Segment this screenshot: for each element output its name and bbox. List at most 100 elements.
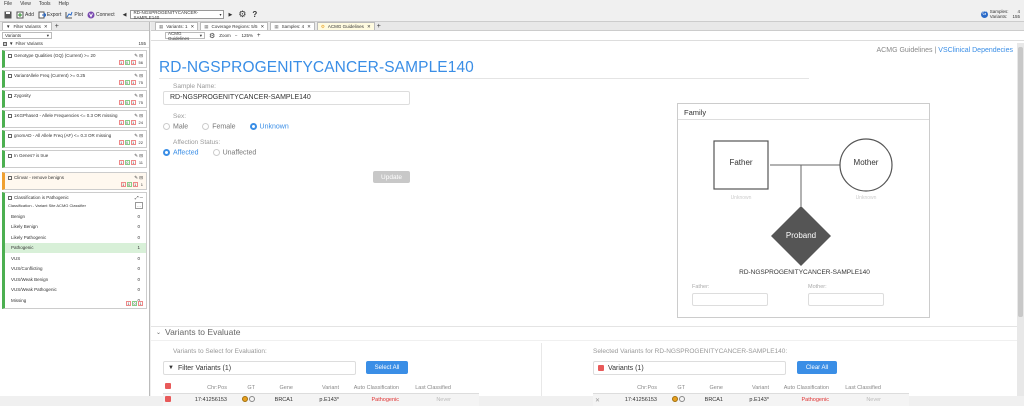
affection-option-unaffected[interactable]: Unaffected [212,149,256,156]
add-tab-icon[interactable]: + [55,23,59,30]
classification-card[interactable]: Classification is Pathogenic ⤢ ─ Classif… [2,192,147,309]
classification-row[interactable]: Likely Pathogenic 0 [5,232,146,243]
filter-card-checkbox[interactable] [8,153,12,158]
edit-icon[interactable]: ✎ ⊟ [134,73,143,79]
classification-row[interactable]: VUS/Conflicting 0 [5,264,146,275]
left-source-select[interactable]: ▼ Filter Variants (1) [163,361,356,375]
edit-icon[interactable]: ✎ ⊟ [134,133,143,139]
col-auto-classification[interactable]: Auto Classification [769,385,829,391]
col-gene[interactable]: Gene [685,385,723,391]
col-last-classified[interactable]: Last Classified [399,385,451,391]
filter-card-checkbox[interactable] [8,133,12,138]
close-icon[interactable]: ✕ [261,24,265,30]
edit-icon[interactable]: ✎ ⊟ [134,53,143,59]
acmg-guidelines-link[interactable]: ACMG Guidelines [877,47,933,54]
filter-card[interactable]: 1KGPhase3 - Allele Frequencies <= 0.3 OR… [2,110,147,128]
col-chrpos[interactable]: Chr:Pos [175,385,227,391]
menu-help[interactable]: Help [59,1,69,7]
document-tab[interactable]: ⚙ ACMG Guidelines ✕ [316,22,375,30]
classification-row[interactable]: VUS 0 [5,253,146,264]
affection-option-affected[interactable]: Affected [163,149,199,156]
close-icon[interactable]: ✕ [307,24,311,30]
filter-card-checkbox[interactable] [8,73,12,78]
row-select[interactable] [163,396,175,404]
filter-card-checkbox[interactable] [8,113,12,118]
mother-field-input[interactable] [808,293,884,306]
evaluate-section-header[interactable]: ⌄ Variants to Evaluate [156,327,240,337]
filter-card-checkbox[interactable] [8,175,12,180]
sex-option-male[interactable]: Male [163,123,188,130]
project-select[interactable]: RD-NGSPROGENITYCANCER-SAMPLE140 ▾ [130,10,225,20]
more-icon[interactable]: … [135,202,143,209]
right-source-select[interactable]: Variants (1) [593,361,786,375]
menu-view[interactable]: View [20,1,31,7]
classification-row[interactable]: VUS/Weak Benign 0 [5,274,146,285]
classification-row-label: VUS/Weak Pathogenic [11,287,57,293]
filter-card[interactable]: VariantAllele Freq (Current) >= 0.25 ✎ ⊟ 1… [2,70,147,88]
document-tab[interactable]: ▦ Samples: 4 ✕ [270,22,315,30]
col-gt[interactable]: GT [227,385,255,391]
add-tab-icon[interactable]: + [377,23,381,30]
classification-checkbox[interactable] [8,195,12,200]
stop-icon[interactable] [165,383,171,389]
filter-card[interactable]: Clinvar - remove benigns ✎ ⊟ 1 0 1 1 [2,172,147,190]
col-auto-classification[interactable]: Auto Classification [339,385,399,391]
classification-row[interactable]: Likely Benign 0 [5,222,146,233]
filter-card[interactable]: Genotype Qualities (GQ) (Current) >= 20 ✎… [2,50,147,68]
add-button[interactable]: Add [16,11,34,19]
filter-enable-checkbox[interactable] [3,41,7,46]
export-button[interactable]: Export [38,11,61,19]
scrollbar-thumb[interactable] [1018,47,1023,317]
settings-button[interactable]: ⚙ [238,9,246,20]
connect-button[interactable]: Connect [87,11,115,19]
save-button[interactable] [4,11,12,19]
vsclinical-dependencies-link[interactable]: VSClinical Dependecies [938,47,1013,54]
zoom-in-button[interactable]: + [257,33,261,39]
filter-card-checkbox[interactable] [8,53,12,58]
select-all-button[interactable]: Select All [366,361,408,374]
filter-card[interactable]: In Genes? is true ✎ ⊟ 1 0 1 11 [2,150,147,168]
menu-tools[interactable]: Tools [39,1,51,7]
variants-dropdown[interactable]: Variants ▾ [2,32,52,39]
tab-filter-variants[interactable]: ▼ Filter Variants ✕ [2,22,52,30]
col-variant[interactable]: Variant [293,385,339,391]
filter-card[interactable]: Zygosity ✎ ⊟ 1 0 1 75 [2,90,147,108]
filter-card-checkbox[interactable] [8,93,12,98]
edit-icon[interactable]: ✎ ⊟ [134,93,143,99]
col-gene[interactable]: Gene [255,385,293,391]
zoom-out-button[interactable]: − [235,33,238,38]
classification-row[interactable]: Benign 0 [5,211,146,222]
plot-button[interactable]: Plot [65,11,83,19]
update-button[interactable]: Update [373,171,410,183]
classification-row[interactable]: VUS/Weak Pathogenic 0 [5,285,146,296]
edit-icon[interactable]: ✎ ⊟ [134,153,143,159]
remove-icon[interactable]: ✕ [593,397,605,404]
col-variant[interactable]: Variant [723,385,769,391]
vertical-scrollbar[interactable] [1017,43,1024,396]
close-icon[interactable]: ✕ [367,24,371,30]
filter-card[interactable]: gnomAD - All Allele Freq (AF) <= 0.3 OR … [2,130,147,148]
edit-icon[interactable]: ✎ ⊟ [134,113,143,119]
classification-row[interactable]: Missing 0 [5,295,146,306]
clear-all-button[interactable]: Clear All [797,361,837,374]
forward-arrow-icon[interactable]: ▶ [228,12,232,18]
help-button[interactable]: ? [252,10,257,19]
col-gt[interactable]: GT [657,385,685,391]
document-tab[interactable]: ▦ Coverage Regions: 5/5 ✕ [200,22,269,30]
sex-option-unknown[interactable]: Unknown [249,123,289,130]
sample-name-input[interactable]: RD-NGSPROGENITYCANCER-SAMPLE140 [163,91,410,105]
edit-icon[interactable]: ✎ ⊟ [134,175,143,181]
father-field-input[interactable] [692,293,768,306]
col-last-classified[interactable]: Last Classified [829,385,881,391]
view-select[interactable]: ACMG Guidelines ▾ [165,31,205,41]
gear-icon[interactable]: ⚙ [209,32,215,40]
sex-option-female[interactable]: Female [202,123,236,130]
back-arrow-icon[interactable]: ◀ [123,12,127,18]
menu-file[interactable]: File [4,1,12,7]
close-icon[interactable]: ✕ [44,24,48,30]
close-icon[interactable]: ✕ [190,24,194,30]
document-tab[interactable]: ▦ Variants: 1 ✕ [155,22,199,30]
pin-icon[interactable]: ⤢ ─ [135,195,143,200]
col-chrpos[interactable]: Chr:Pos [605,385,657,391]
classification-row[interactable]: Pathogenic 1 [5,242,146,253]
